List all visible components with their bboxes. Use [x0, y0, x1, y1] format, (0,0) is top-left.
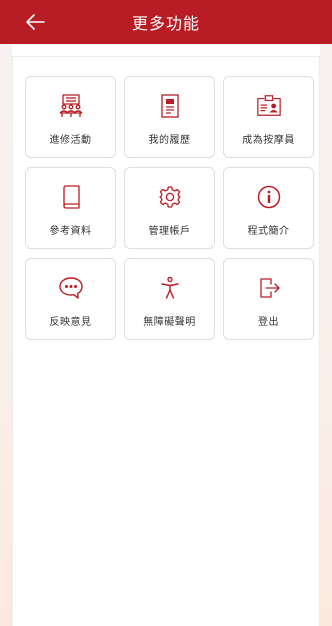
menu-item-label: 無障礙聲明 [143, 317, 196, 328]
document-icon [160, 94, 179, 118]
arrow-left-icon [26, 14, 45, 30]
menu-item-label: 反映意見 [49, 317, 92, 328]
gear-icon [158, 186, 181, 208]
menu-item-accessibility[interactable]: 無障礙聲明 [124, 258, 215, 340]
menu-item-training[interactable]: 進修活動 [25, 76, 116, 158]
id-card-icon [256, 95, 281, 116]
menu-grid: 進修活動 我的履歷 成為按摩員 參考資料 管理帳戶 程式簡介 反映意見 無障礙聲… [25, 76, 314, 340]
background-right-strip [320, 44, 332, 626]
menu-item-label: 登出 [258, 317, 279, 328]
menu-item-label: 參考資料 [49, 226, 92, 237]
back-button[interactable] [22, 10, 48, 34]
menu-item-app-intro[interactable]: 程式簡介 [223, 167, 314, 249]
menu-item-manage-account[interactable]: 管理帳戶 [124, 167, 215, 249]
page-title: 更多功能 [131, 14, 200, 33]
menu-item-feedback[interactable]: 反映意見 [25, 258, 116, 340]
chat-bubble-icon [58, 277, 83, 299]
training-audience-icon [59, 94, 82, 117]
menu-item-become-masseur[interactable]: 成為按摩員 [223, 76, 314, 158]
accessibility-icon [160, 276, 179, 299]
menu-panel: 進修活動 我的履歷 成為按摩員 參考資料 管理帳戶 程式簡介 反映意見 無障礙聲… [12, 56, 320, 626]
menu-item-label: 成為按摩員 [242, 135, 295, 146]
menu-item-label: 我的履歷 [148, 135, 191, 146]
book-icon [62, 185, 80, 209]
background-left-strip [0, 44, 12, 626]
menu-item-label: 管理帳戶 [148, 226, 191, 237]
info-icon [257, 185, 280, 209]
menu-item-my-resume[interactable]: 我的履歷 [124, 76, 215, 158]
menu-item-logout[interactable]: 登出 [223, 258, 314, 340]
menu-item-label: 進修活動 [49, 135, 92, 146]
app-header: 更多功能 [0, 0, 332, 44]
menu-item-label: 程式簡介 [247, 226, 290, 237]
menu-item-references[interactable]: 參考資料 [25, 167, 116, 249]
logout-icon [259, 278, 280, 298]
